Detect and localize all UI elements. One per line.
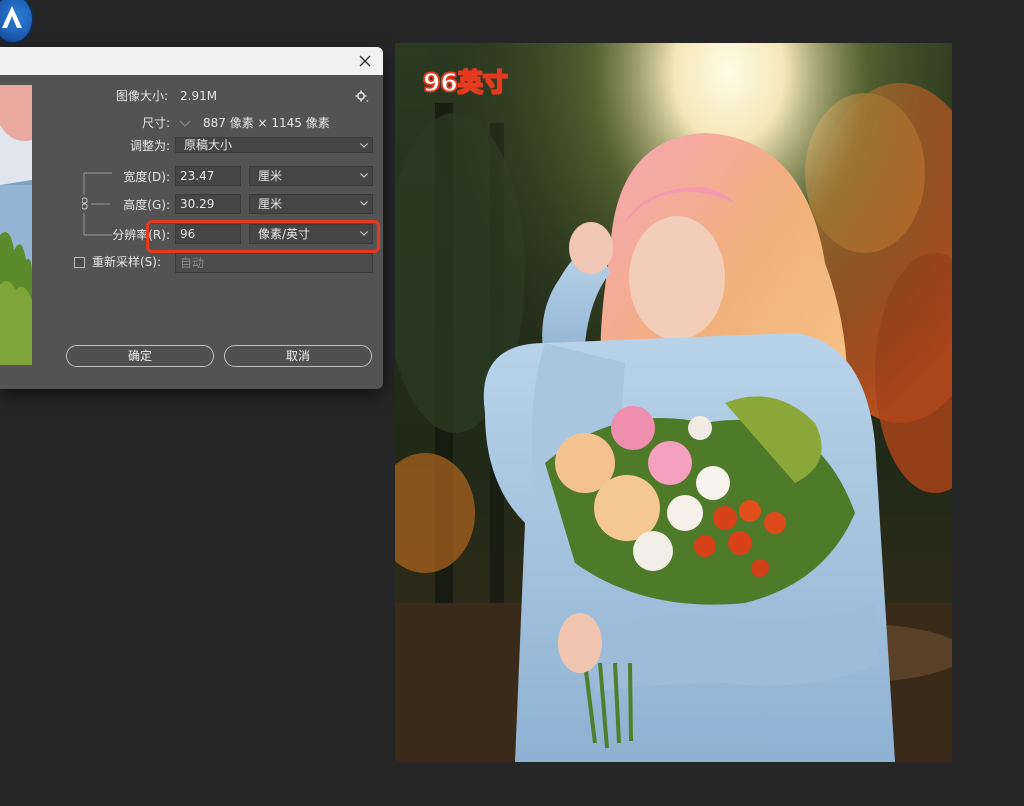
preview-thumbnail[interactable] [0,85,32,365]
chevron-down-icon [360,201,368,206]
fit-to-value: 原稿大小 [184,138,233,152]
chevron-down-icon [360,173,368,178]
height-label: 高度(G): [123,198,170,212]
photo-overlay-label: 96英寸 [422,67,508,97]
close-icon [359,55,371,67]
ok-button[interactable]: 确定 [66,345,214,367]
resample-checkbox[interactable] [74,257,85,268]
height-unit-value: 厘米 [258,197,283,211]
resample-label: 重新采样(S): [92,255,162,269]
resolution-highlight-box [146,220,380,253]
gear-icon[interactable] [354,89,370,105]
fit-to-select[interactable]: 原稿大小 [175,137,373,153]
height-input[interactable]: 30.29 [175,194,241,214]
close-button[interactable] [353,49,377,73]
image-size-label: 图像大小: [116,89,169,103]
dialog-titlebar[interactable] [0,47,383,75]
resample-method-select[interactable]: 自动 [175,253,373,273]
image-size-dialog: 图像大小: 2.91M 尺寸: 887 像素 × 1145 像素 调整为: 原稿… [0,47,383,389]
image-size-value: 2.91M [180,89,218,103]
width-label: 宽度(D): [123,170,170,184]
chevron-down-icon[interactable] [176,115,194,131]
width-input[interactable]: 23.47 [175,166,241,186]
app-logo-icon [0,0,32,42]
cancel-button[interactable]: 取消 [224,345,372,367]
dimensions-label: 尺寸: [141,116,170,130]
width-unit-value: 厘米 [258,169,283,183]
chevron-down-icon [360,143,368,148]
dimensions-value: 887 像素 × 1145 像素 [203,116,330,130]
canvas-photo[interactable]: 96英寸 [395,43,952,762]
fit-to-label: 调整为: [129,139,170,153]
width-unit-select[interactable]: 厘米 [249,166,373,186]
photo-artwork [395,43,952,762]
height-unit-select[interactable]: 厘米 [249,194,373,214]
